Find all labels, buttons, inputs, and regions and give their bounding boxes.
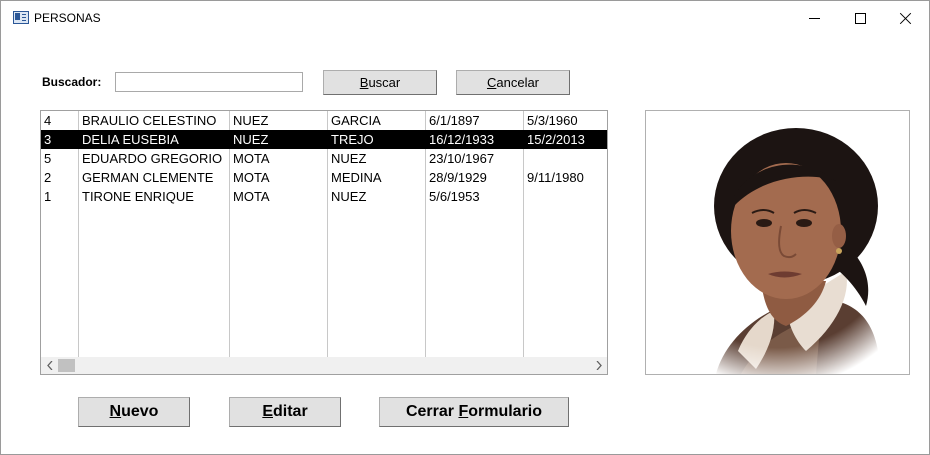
id-cell: 1: [44, 189, 52, 204]
list-row[interactable]: 2 GERMAN CLEMENTE MOTA MEDINA 28/9/1929 9/11/…: [41, 168, 607, 187]
close-button[interactable]: [883, 1, 929, 35]
search-label: Buscador:: [42, 75, 102, 89]
name-cell: TIRONE ENRIQUE: [82, 189, 194, 204]
maximize-icon: [854, 12, 866, 24]
chevron-right-icon: [596, 361, 602, 370]
surname2-cell: GARCIA: [331, 113, 381, 128]
death-date-cell: 5/3/1960: [527, 113, 578, 128]
id-cell: 2: [44, 170, 52, 185]
horizontal-scrollbar[interactable]: [41, 357, 607, 374]
person-photo: [645, 110, 910, 375]
scroll-left-button[interactable]: [41, 357, 58, 374]
surname2-cell: NUEZ: [331, 189, 367, 204]
death-date-cell: 9/11/1980: [527, 170, 584, 185]
surname1-cell: NUEZ: [233, 132, 269, 147]
list-row[interactable]: 1 TIRONE ENRIQUE MOTA NUEZ 5/6/1953: [41, 187, 607, 206]
search-button[interactable]: Buscar: [323, 70, 437, 95]
id-cell: 4: [44, 113, 52, 128]
maximize-button[interactable]: [837, 1, 883, 35]
death-date-cell: 15/2/2013: [527, 132, 585, 147]
surname1-cell: MOTA: [233, 170, 270, 185]
surname1-cell: NUEZ: [233, 113, 269, 128]
personas-window: PERSONAS Buscador: Buscar Cancelar 4 BRAU…: [0, 0, 930, 455]
birth-date-cell: 16/12/1933: [429, 132, 495, 147]
birth-date-cell: 5/6/1953: [429, 189, 480, 204]
birth-date-cell: 6/1/1897: [429, 113, 480, 128]
search-input[interactable]: [115, 72, 303, 92]
name-cell: BRAULIO CELESTINO: [82, 113, 217, 128]
scroll-right-button[interactable]: [590, 357, 607, 374]
surname2-cell: MEDINA: [331, 170, 382, 185]
id-cell: 5: [44, 151, 52, 166]
surname2-cell: TREJO: [331, 132, 374, 147]
scrollbar-thumb[interactable]: [58, 359, 75, 372]
personas-listbox[interactable]: 4 BRAULIO CELESTINO NUEZ GARCIA 6/1/1897 5/3/…: [40, 110, 608, 375]
cancel-button[interactable]: Cancelar: [456, 70, 570, 95]
minimize-button[interactable]: [791, 1, 837, 35]
edit-button-label: Editar: [262, 403, 308, 420]
list-row[interactable]: 5 EDUARDO GREGORIO MOTA NUEZ 23/10/1967: [41, 149, 607, 168]
birth-date-cell: 23/10/1967: [429, 151, 495, 166]
portrait-image: [646, 111, 909, 374]
close-icon: [900, 12, 912, 24]
search-button-label: Buscar: [359, 75, 401, 90]
minimize-icon: [808, 17, 820, 19]
form-icon: [13, 11, 29, 24]
name-cell: DELIA EUSEBIA: [82, 132, 179, 147]
list-row[interactable]: 3 DELIA EUSEBIA NUEZ TREJO 16/12/1933 15/2/20…: [41, 130, 607, 149]
edit-button[interactable]: Editar: [229, 397, 341, 427]
close-form-button[interactable]: Cerrar Formulario: [379, 397, 569, 427]
close-form-button-label: Cerrar Formulario: [405, 403, 543, 420]
new-button[interactable]: Nuevo: [78, 397, 190, 427]
id-cell: 3: [44, 132, 52, 147]
window-title: PERSONAS: [34, 11, 101, 25]
new-button-label: Nuevo: [109, 403, 159, 420]
name-cell: EDUARDO GREGORIO: [82, 151, 223, 166]
name-cell: GERMAN CLEMENTE: [82, 170, 214, 185]
cancel-button-label: Cancelar: [486, 75, 540, 90]
surname2-cell: NUEZ: [331, 151, 367, 166]
title-bar[interactable]: PERSONAS: [1, 1, 929, 35]
chevron-left-icon: [46, 361, 52, 370]
surname1-cell: MOTA: [233, 189, 270, 204]
list-row[interactable]: 4 BRAULIO CELESTINO NUEZ GARCIA 6/1/1897 5/3/…: [41, 111, 607, 130]
birth-date-cell: 28/9/1929: [429, 170, 487, 185]
surname1-cell: MOTA: [233, 151, 270, 166]
